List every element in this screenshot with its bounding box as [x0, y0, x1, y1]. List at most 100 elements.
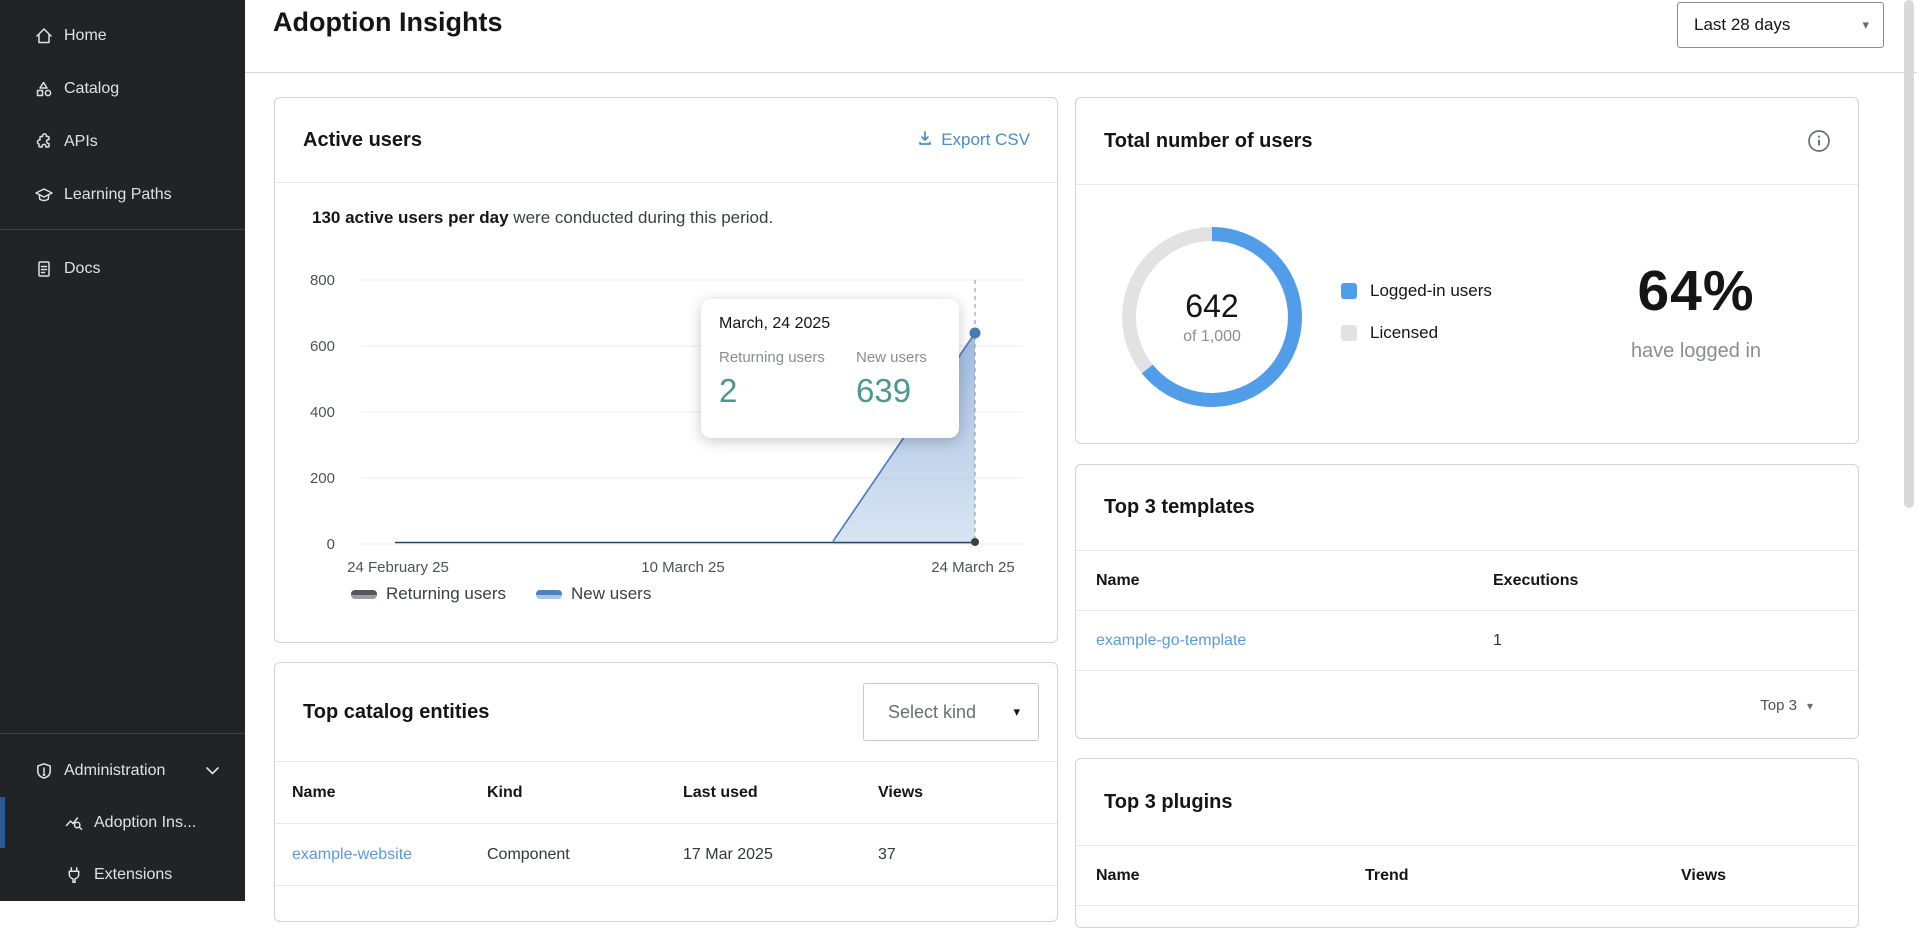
- top-plugins-card: Top 3 plugins Name Trend Views: [1075, 758, 1859, 928]
- table-header-row: Name Trend Views: [1076, 846, 1858, 906]
- users-donut-chart: 642 of 1,000: [1112, 217, 1312, 417]
- sidebar-item-label: Docs: [64, 260, 100, 278]
- legend-returning-users: Returning users: [351, 584, 506, 604]
- chart-legend: Returning users New users: [351, 584, 651, 604]
- new-users-swatch: [536, 590, 562, 599]
- page-title: Adoption Insights: [273, 7, 502, 38]
- shield-icon: [34, 761, 54, 781]
- svg-text:200: 200: [310, 470, 335, 487]
- sidebar-item-home[interactable]: Home: [0, 9, 245, 62]
- table-header-row: Name Executions: [1076, 551, 1858, 611]
- kind-select[interactable]: Select kind ▾: [863, 683, 1039, 741]
- column-header-name: Name: [1096, 867, 1365, 885]
- sidebar-divider: [0, 733, 245, 734]
- template-link[interactable]: example-go-template: [1096, 632, 1493, 650]
- views-value: 37: [878, 846, 1057, 864]
- card-header: Top 3 templates: [1076, 465, 1858, 551]
- card-header: Active users Export CSV: [275, 98, 1057, 183]
- rows-per-page-select[interactable]: Top 3: [1760, 697, 1797, 714]
- chevron-down-icon: ▾: [1013, 704, 1020, 720]
- sidebar-item-catalog[interactable]: Catalog: [0, 62, 245, 115]
- docs-icon: [34, 259, 54, 279]
- sidebar-item-learning-paths[interactable]: Learning Paths: [0, 168, 245, 221]
- donut-legend: Logged-in users Licensed: [1341, 281, 1492, 343]
- top-catalog-entities-card: Top catalog entities Select kind ▾ Name …: [274, 662, 1058, 922]
- sidebar-divider: [0, 229, 245, 230]
- card-title: Active users: [303, 129, 422, 152]
- legend-logged-in: Logged-in users: [1341, 281, 1492, 301]
- sidebar: Home Catalog APIs Learning Paths Docs: [0, 0, 245, 901]
- svg-text:10 March 25: 10 March 25: [641, 559, 724, 576]
- tooltip-returning-value: 2: [719, 372, 856, 410]
- legend-licensed: Licensed: [1341, 323, 1492, 343]
- catalog-icon: [34, 79, 54, 99]
- active-users-card: Active users Export CSV 130 active users…: [274, 97, 1058, 643]
- export-csv-label: Export CSV: [941, 130, 1030, 150]
- sidebar-item-label: Catalog: [64, 80, 119, 98]
- column-header-executions: Executions: [1493, 572, 1858, 590]
- svg-text:24 February 25: 24 February 25: [347, 559, 449, 576]
- column-header-trend: Trend: [1365, 867, 1681, 885]
- column-header-name: Name: [292, 784, 487, 802]
- logged-in-percent: 64% have logged in: [1546, 258, 1846, 363]
- table-footer: Top 3 ▾: [1076, 671, 1858, 740]
- column-header-kind: Kind: [487, 784, 683, 802]
- y-axis-labels: 800 600 400 200 0: [310, 272, 335, 553]
- sidebar-item-extensions[interactable]: Extensions: [0, 848, 245, 901]
- legend-label: Returning users: [386, 584, 506, 604]
- x-axis-labels: 24 February 25 10 March 25 24 March 25: [347, 559, 1015, 576]
- info-icon[interactable]: [1807, 129, 1831, 153]
- sidebar-item-label: Home: [64, 27, 107, 45]
- period-select-value: Last 28 days: [1694, 15, 1790, 35]
- sidebar-item-label: Adoption Ins...: [94, 814, 196, 832]
- legend-label: New users: [571, 584, 651, 604]
- download-icon: [917, 130, 933, 151]
- kind-value: Component: [487, 846, 683, 864]
- last-used-value: 17 Mar 2025: [683, 846, 878, 864]
- sidebar-item-label: Learning Paths: [64, 186, 172, 204]
- scrollbar-thumb[interactable]: [1904, 0, 1914, 508]
- home-icon: [34, 26, 54, 46]
- tooltip-new-value: 639: [856, 372, 941, 410]
- column-header-name: Name: [1096, 572, 1493, 590]
- returning-users-point: [971, 538, 979, 546]
- export-csv-button[interactable]: Export CSV: [917, 130, 1030, 151]
- new-users-point: [970, 328, 981, 339]
- sidebar-item-label: Administration: [64, 762, 165, 780]
- tooltip-date: March, 24 2025: [719, 315, 941, 333]
- entity-link[interactable]: example-website: [292, 846, 487, 864]
- sidebar-item-apis[interactable]: APIs: [0, 115, 245, 168]
- card-title: Top 3 plugins: [1104, 791, 1233, 814]
- card-header: Total number of users: [1076, 98, 1858, 185]
- period-select[interactable]: Last 28 days ▾: [1677, 2, 1884, 48]
- donut-center-label: 642 of 1,000: [1112, 217, 1312, 417]
- table-row: example-go-template 1: [1076, 611, 1858, 671]
- returning-users-swatch: [351, 590, 377, 599]
- sidebar-item-label: Extensions: [94, 866, 172, 884]
- legend-label: Licensed: [1370, 323, 1438, 343]
- tooltip-new-label: New users: [856, 349, 941, 366]
- sidebar-item-label: APIs: [64, 133, 98, 151]
- top-templates-card: Top 3 templates Name Executions example-…: [1075, 464, 1859, 739]
- executions-value: 1: [1493, 632, 1858, 650]
- sidebar-item-administration[interactable]: Administration: [0, 745, 245, 797]
- page-header: Adoption Insights Last 28 days ▾: [245, 0, 1917, 73]
- percent-caption: have logged in: [1546, 340, 1846, 363]
- column-header-views: Views: [878, 784, 1057, 802]
- chevron-down-icon: ▾: [1807, 699, 1813, 713]
- column-header-last-used: Last used: [683, 784, 878, 802]
- kind-select-placeholder: Select kind: [888, 702, 976, 723]
- main-content: Adoption Insights Last 28 days ▾ Active …: [245, 0, 1917, 901]
- total-users-card: Total number of users 642 of 1,000 Logge…: [1075, 97, 1859, 444]
- donut-subvalue: of 1,000: [1183, 328, 1241, 346]
- card-title: Top 3 templates: [1104, 496, 1255, 519]
- sidebar-item-docs[interactable]: Docs: [0, 242, 245, 295]
- table-row: example-website Component 17 Mar 2025 37: [275, 824, 1057, 886]
- chevron-down-icon[interactable]: [206, 762, 219, 780]
- learning-paths-icon: [34, 185, 54, 205]
- legend-new-users: New users: [536, 584, 651, 604]
- chart-summary: 130 active users per day were conducted …: [312, 208, 773, 228]
- donut-value: 642: [1185, 288, 1238, 325]
- sidebar-item-adoption-insights[interactable]: Adoption Ins...: [0, 797, 245, 848]
- card-header: Top 3 plugins: [1076, 759, 1858, 846]
